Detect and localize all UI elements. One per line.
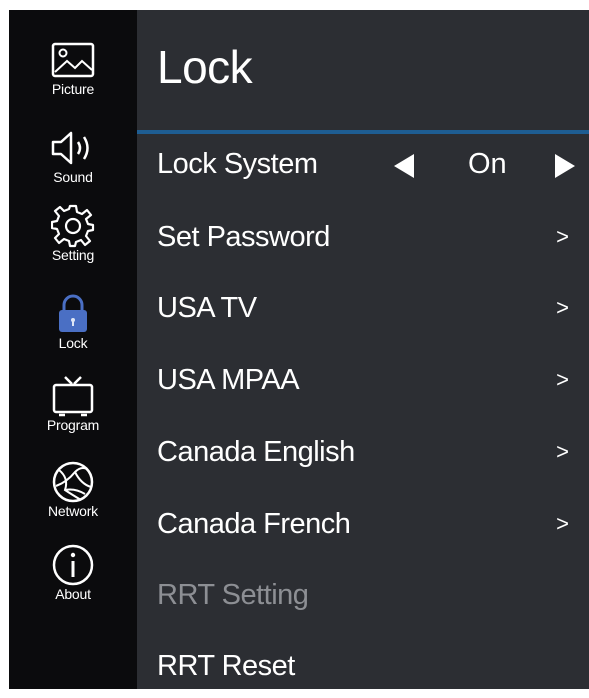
sidebar-item-about[interactable]: About [9, 544, 137, 602]
menu-item-rrt-reset[interactable]: RRT Reset [137, 634, 589, 698]
menu-item-set-password[interactable]: Set Password > [137, 205, 589, 269]
sidebar-item-setting[interactable]: Setting [9, 204, 137, 263]
tv-menu: Picture Sound Setting Lock Program Netwo… [9, 10, 589, 689]
menu-item-label: USA TV [157, 291, 257, 324]
menu-item-label: Canada French [157, 507, 351, 540]
picture-icon [49, 40, 97, 80]
right-arrow-icon[interactable] [555, 154, 575, 178]
info-icon [49, 544, 97, 586]
lock-icon [49, 294, 97, 334]
sidebar-item-label: Picture [51, 81, 95, 97]
menu-item-label: USA MPAA [157, 363, 300, 396]
menu-item-label: Canada English [157, 435, 355, 468]
sidebar-item-program[interactable]: Program [9, 376, 137, 433]
sidebar-item-network[interactable]: Network [9, 461, 137, 519]
sidebar-item-picture[interactable]: Picture [9, 40, 137, 97]
chevron-right-icon: > [556, 439, 569, 464]
chevron-right-icon: > [556, 367, 569, 392]
chevron-right-icon: > [556, 511, 569, 536]
page-title: Lock [157, 41, 253, 93]
tv-icon [49, 376, 97, 417]
menu-item-lock-system[interactable]: Lock System On [137, 132, 589, 196]
sidebar-item-label: About [55, 586, 91, 602]
sidebar-item-lock[interactable]: Lock [9, 294, 137, 351]
chevron-right-icon: > [556, 224, 569, 249]
chevron-right-icon: > [556, 295, 569, 320]
menu-item-label: Set Password [157, 220, 330, 253]
left-arrow-icon[interactable] [394, 154, 414, 178]
menu-item-label: RRT Setting [157, 578, 309, 611]
gear-icon [49, 204, 97, 248]
menu-item-label: Lock System [157, 147, 318, 180]
menu-item-canada-french[interactable]: Canada French > [137, 492, 589, 556]
sidebar-item-label: Program [46, 417, 100, 433]
menu-item-label: RRT Reset [157, 649, 295, 682]
globe-icon [49, 461, 97, 503]
speaker-icon [49, 128, 97, 168]
sidebar-item-label: Lock [58, 335, 88, 351]
menu-item-usa-mpaa[interactable]: USA MPAA > [137, 348, 589, 412]
sidebar-item-label: Setting [51, 247, 95, 263]
lock-system-value: On [468, 147, 507, 180]
sidebar-item-label: Network [48, 503, 98, 519]
sidebar-item-sound[interactable]: Sound [9, 128, 137, 185]
sidebar-item-label: Sound [53, 169, 93, 185]
menu-item-usa-tv[interactable]: USA TV > [137, 276, 589, 340]
menu-item-rrt-setting: RRT Setting [137, 563, 589, 627]
sidebar: Picture Sound Setting Lock Program Netwo… [9, 10, 137, 689]
menu-item-canada-english[interactable]: Canada English > [137, 420, 589, 484]
